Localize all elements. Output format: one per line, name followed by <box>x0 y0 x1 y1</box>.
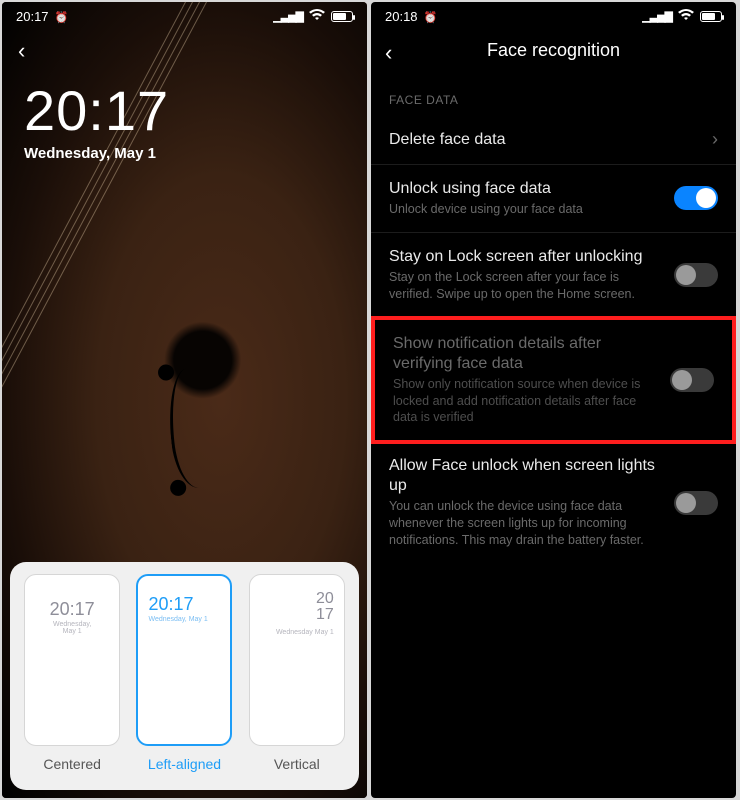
row-subtitle: You can unlock the device using face dat… <box>389 498 658 549</box>
row-unlock-using-face-data[interactable]: Unlock using face data Unlock device usi… <box>371 165 736 233</box>
toggle-unlock-face-data[interactable] <box>674 186 718 210</box>
lock-clock-date: Wednesday, May 1 <box>24 145 169 162</box>
status-bar: 20:17 ▁▃▅▇ <box>2 2 367 30</box>
wifi-icon <box>678 9 694 24</box>
clock-style-option-vertical[interactable]: 20 17 Wednesday May 1 Vertical <box>245 574 349 772</box>
chevron-right-icon: › <box>712 129 718 150</box>
signal-icon: ▁▃▅▇ <box>273 10 303 23</box>
face-recognition-settings: 20:18 ▁▃▅▇ ‹ Face recognition FACE DATA … <box>371 2 736 798</box>
row-title: Unlock using face data <box>389 179 658 199</box>
clock-style-thumb-centered: 20:17 Wednesday, May 1 <box>24 574 120 746</box>
row-subtitle: Unlock device using your face data <box>389 201 658 218</box>
lock-clock: 20:17 Wednesday, May 1 <box>24 78 169 162</box>
section-title-face-data: FACE DATA <box>371 73 736 115</box>
toggle-allow-face-unlock-screen-light[interactable] <box>674 491 718 515</box>
clock-style-option-left-aligned[interactable]: 20:17 Wednesday, May 1 Left-aligned <box>132 574 236 772</box>
back-button[interactable]: ‹ <box>385 40 392 66</box>
clock-style-label: Centered <box>43 756 101 772</box>
alarm-icon <box>55 9 69 24</box>
lock-clock-time: 20:17 <box>24 78 169 143</box>
toggle-show-notification-details[interactable] <box>670 368 714 392</box>
row-subtitle: Stay on the Lock screen after your face … <box>389 269 658 303</box>
clock-style-chooser: 20:17 Wednesday, May 1 Centered 20:17 We… <box>10 562 359 790</box>
row-title: Allow Face unlock when screen lights up <box>389 456 658 496</box>
clock-style-thumb-left-aligned: 20:17 Wednesday, May 1 <box>136 574 232 746</box>
clock-style-label: Left-aligned <box>148 756 221 772</box>
clock-style-label: Vertical <box>274 756 320 772</box>
row-title: Stay on Lock screen after unlocking <box>389 247 658 267</box>
status-bar: 20:18 ▁▃▅▇ <box>371 2 736 30</box>
settings-header: ‹ Face recognition <box>371 30 736 73</box>
wifi-icon <box>309 9 325 24</box>
alarm-icon <box>424 9 438 24</box>
toggle-stay-on-lock-screen[interactable] <box>674 263 718 287</box>
signal-icon: ▁▃▅▇ <box>642 10 672 23</box>
status-time: 20:18 <box>385 9 418 24</box>
row-stay-on-lock-screen[interactable]: Stay on Lock screen after unlocking Stay… <box>371 233 736 318</box>
row-allow-face-unlock-screen-light[interactable]: Allow Face unlock when screen lights up … <box>371 442 736 563</box>
row-show-notification-details[interactable]: Show notification details after verifyin… <box>371 316 736 445</box>
battery-icon <box>331 11 353 22</box>
row-title: Show notification details after verifyin… <box>393 334 654 374</box>
clock-style-option-centered[interactable]: 20:17 Wednesday, May 1 Centered <box>20 574 124 772</box>
status-time: 20:17 <box>16 9 49 24</box>
lockscreen-phone: 20:17 ▁▃▅▇ ‹ 20:17 Wednesday, May 1 20:1… <box>2 2 367 798</box>
page-title: Face recognition <box>371 40 736 61</box>
battery-icon <box>700 11 722 22</box>
row-subtitle: Show only notification source when devic… <box>393 376 654 427</box>
row-title: Delete face data <box>389 130 696 150</box>
back-button[interactable]: ‹ <box>18 38 25 64</box>
clock-style-thumb-vertical: 20 17 Wednesday May 1 <box>249 574 345 746</box>
row-delete-face-data[interactable]: Delete face data › <box>371 115 736 165</box>
